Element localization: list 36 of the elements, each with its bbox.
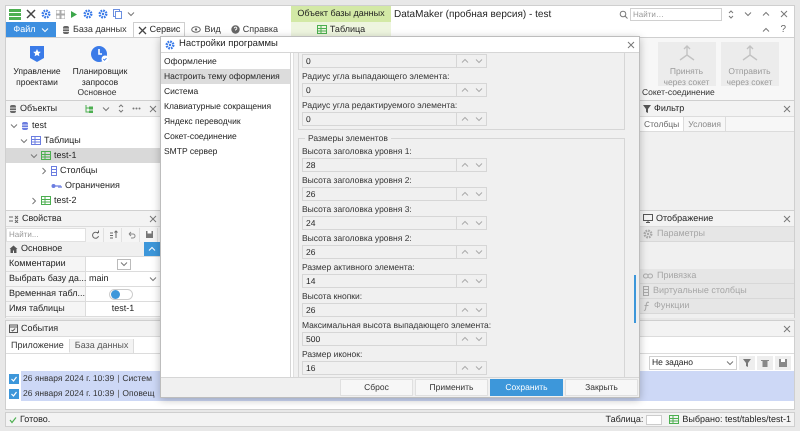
separator-text: | — [117, 372, 120, 385]
property-name: Временная табл... — [6, 287, 86, 301]
event-time: 26 января 2024 г. 10:39 — [23, 372, 114, 385]
field-label: Высота заголовка уровня 1: — [302, 146, 413, 156]
status-selection: Выбрано: test/tables/test-1 — [682, 412, 791, 426]
field-label: Высота заголовка уровня 2: — [302, 175, 413, 185]
status-label: Таблица: — [606, 412, 644, 426]
panel-title: Свойства — [22, 212, 62, 225]
panel-title: Отображение — [656, 212, 714, 225]
field-label: Высота заголовка уровня 3: — [302, 204, 413, 214]
property-name: Имя таблицы — [6, 302, 86, 316]
panel-title: Объекты — [20, 102, 58, 115]
field-label: Размер активного элемента: — [302, 262, 416, 272]
field-label: Высота кнопки: — [302, 291, 364, 301]
context-group-label: Объект базы данных — [291, 6, 391, 22]
group-legend: Размеры элементов — [305, 133, 391, 143]
property-name: Выбрать базу да... — [6, 272, 86, 286]
field-label: Радиус угла редактируемого элемента: — [302, 100, 458, 110]
event-time: 26 января 2024 г. 10:39 — [23, 387, 114, 400]
group-label: Основное — [78, 87, 116, 99]
event-message: Систем — [122, 372, 152, 385]
panel-title: События — [21, 322, 58, 335]
panel-title: Фильтр — [654, 102, 684, 115]
event-message: Оповещ — [122, 387, 154, 400]
dialog-title: Настройки программы — [179, 37, 279, 52]
field-label: Высота заголовка уровня 2: — [302, 233, 413, 243]
field-label: Радиус угла выпадающего элемента: — [302, 71, 450, 81]
property-name: Комментарии — [6, 257, 86, 271]
separator-text: | — [117, 387, 120, 400]
section-title: Основное — [21, 242, 64, 256]
field-label: Максимальная высота выпадающего элемента: — [302, 320, 492, 330]
group-label: Сокет-соединение — [642, 87, 715, 99]
property-value: test-1 — [112, 302, 134, 316]
field-label: Размер иконок: — [302, 349, 364, 359]
status-message: Готово. — [20, 412, 52, 426]
window-title: DataMaker (пробная версия) - test — [394, 8, 552, 22]
